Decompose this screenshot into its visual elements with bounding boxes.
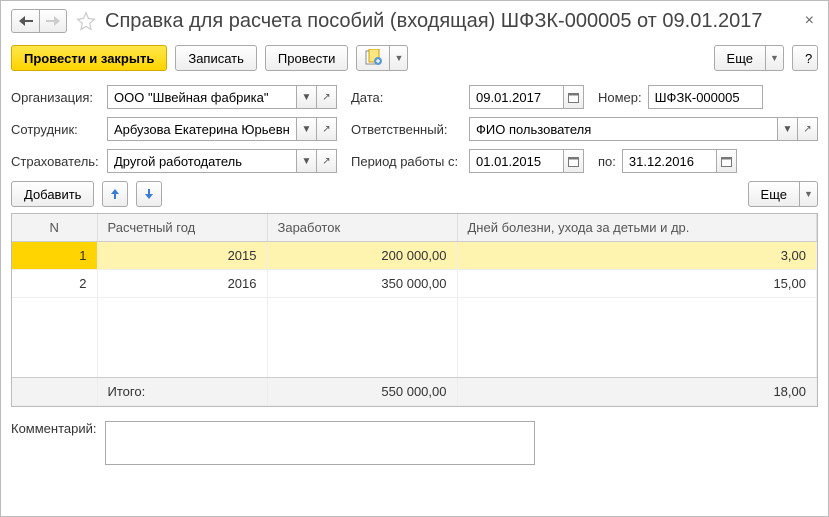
col-year: Расчетный год <box>97 214 267 242</box>
insurer-dropdown[interactable]: ▼ <box>297 149 317 173</box>
favorite-star-icon[interactable] <box>75 10 97 32</box>
responsible-dropdown[interactable]: ▼ <box>778 117 798 141</box>
create-based-on-button[interactable] <box>356 45 390 71</box>
date-picker[interactable] <box>564 85 584 109</box>
col-days: Дней болезни, ухода за детьми и др. <box>457 214 817 242</box>
responsible-open[interactable]: ↗ <box>798 117 818 141</box>
col-earn: Заработок <box>267 214 457 242</box>
comment-label: Комментарий: <box>11 421 97 436</box>
employee-open[interactable]: ↗ <box>317 117 337 141</box>
employee-input[interactable] <box>107 117 297 141</box>
insurer-label: Страхователь: <box>11 154 101 169</box>
period-from-picker[interactable] <box>564 149 584 173</box>
period-to-label: по: <box>598 154 616 169</box>
period-from-label: Период работы с: <box>351 154 463 169</box>
table-more-dropdown[interactable]: ▼ <box>800 181 818 207</box>
post-button[interactable]: Провести <box>265 45 349 71</box>
close-button[interactable]: × <box>801 12 818 30</box>
insurer-open[interactable]: ↗ <box>317 149 337 173</box>
comment-input[interactable] <box>105 421 535 465</box>
employee-dropdown[interactable]: ▼ <box>297 117 317 141</box>
nav-back-button[interactable] <box>11 9 39 33</box>
more-button[interactable]: Еще <box>714 45 766 71</box>
data-table[interactable]: N Расчетный год Заработок Дней болезни, … <box>11 213 818 407</box>
create-based-on-dropdown[interactable]: ▼ <box>390 45 408 71</box>
post-and-close-button[interactable]: Провести и закрыть <box>11 45 167 71</box>
org-open[interactable]: ↗ <box>317 85 337 109</box>
date-input[interactable] <box>469 85 564 109</box>
table-more-button[interactable]: Еще <box>748 181 800 207</box>
move-down-button[interactable] <box>136 181 162 207</box>
period-to-input[interactable] <box>622 149 717 173</box>
org-label: Организация: <box>11 90 101 105</box>
more-dropdown[interactable]: ▼ <box>766 45 784 71</box>
table-row[interactable]: 1 2015 200 000,00 3,00 <box>12 242 817 270</box>
org-input[interactable] <box>107 85 297 109</box>
move-up-button[interactable] <box>102 181 128 207</box>
add-row-button[interactable]: Добавить <box>11 181 94 207</box>
number-label: Номер: <box>598 90 642 105</box>
responsible-input[interactable] <box>469 117 778 141</box>
responsible-label: Ответственный: <box>351 122 463 137</box>
help-button[interactable]: ? <box>792 45 818 71</box>
table-empty-area <box>12 298 817 378</box>
window-title: Справка для расчета пособий (входящая) Ш… <box>105 10 793 33</box>
date-label: Дата: <box>351 90 463 105</box>
col-n: N <box>12 214 97 242</box>
insurer-input[interactable] <box>107 149 297 173</box>
number-input[interactable] <box>648 85 763 109</box>
save-button[interactable]: Записать <box>175 45 257 71</box>
period-from-input[interactable] <box>469 149 564 173</box>
org-dropdown[interactable]: ▼ <box>297 85 317 109</box>
table-total-row: Итого: 550 000,00 18,00 <box>12 378 817 406</box>
table-row[interactable]: 2 2016 350 000,00 15,00 <box>12 270 817 298</box>
employee-label: Сотрудник: <box>11 122 101 137</box>
nav-forward-button[interactable] <box>39 9 67 33</box>
period-to-picker[interactable] <box>717 149 737 173</box>
